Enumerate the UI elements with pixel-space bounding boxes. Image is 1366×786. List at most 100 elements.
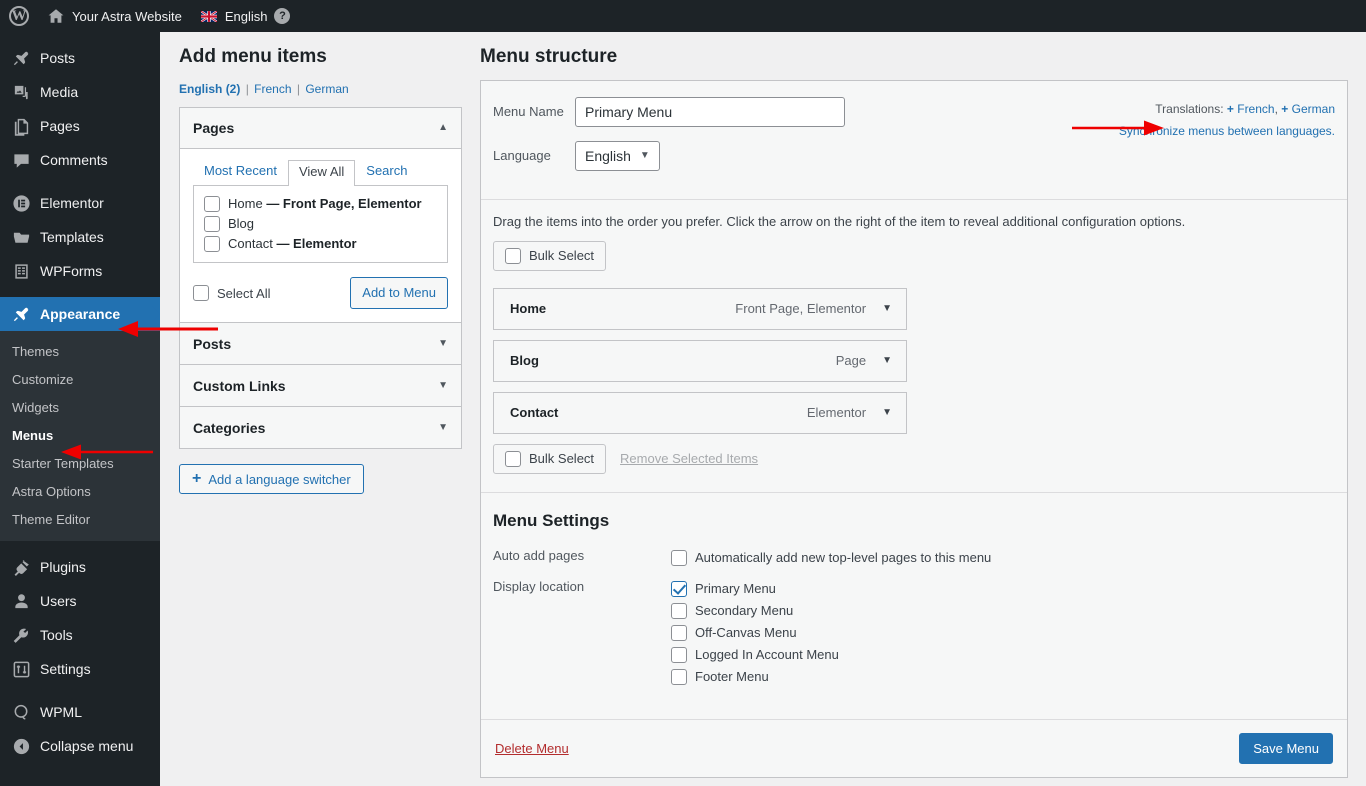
add-menu-items-heading: Add menu items <box>179 46 327 67</box>
sidebar-item-starter-templates[interactable]: Starter Templates <box>0 449 160 477</box>
menu-structure-box: Menu Name Language English ▼ Translation… <box>480 79 1348 778</box>
posts-panel-title: Posts <box>193 335 232 352</box>
sidebar-item-pages[interactable]: Pages <box>0 109 160 143</box>
triangle-down-icon[interactable]: ▼ <box>882 303 892 314</box>
page-label-contact: Contact — Elementor <box>228 236 357 251</box>
sidebar-item-plugins[interactable]: Plugins <box>0 550 160 584</box>
table-row[interactable]: Home Front Page, Elementor ▼ <box>493 287 907 330</box>
menu-items-area: Drag the items into the order you prefer… <box>481 200 1347 492</box>
list-item[interactable]: Blog <box>204 214 437 234</box>
save-menu-button[interactable]: Save Menu <box>1239 732 1333 764</box>
language-link-english[interactable]: English <box>179 82 222 96</box>
triangle-down-icon[interactable]: ▼ <box>438 338 448 349</box>
sidebar-label: Pages <box>40 118 80 134</box>
posts-panel-header[interactable]: Posts ▼ <box>180 323 461 365</box>
language-link-german[interactable]: German <box>305 82 348 96</box>
list-item[interactable]: Contact — Elementor <box>204 234 437 254</box>
sidebar-item-comments[interactable]: Comments <box>0 143 160 177</box>
select-all-checkbox[interactable] <box>193 285 209 302</box>
sidebar-item-collapse-menu[interactable]: Collapse menu <box>0 729 160 763</box>
sidebar-item-elementor[interactable]: Elementor <box>0 186 160 220</box>
location-row-logged-in[interactable]: Logged In Account Menu <box>671 644 839 666</box>
page-checkbox-contact[interactable] <box>204 235 220 252</box>
select-all-row[interactable]: Select All <box>193 283 270 303</box>
language-select[interactable]: English ▼ <box>575 140 660 171</box>
location-row-secondary[interactable]: Secondary Menu <box>671 600 839 622</box>
display-location-label: Display location <box>493 578 585 594</box>
bulk-select-bottom[interactable]: Bulk Select <box>493 443 607 474</box>
submenu-label: Starter Templates <box>12 455 114 471</box>
add-to-menu-button[interactable]: Add to Menu <box>350 276 448 310</box>
wordpress-logo-button[interactable]: W <box>0 0 38 32</box>
sidebar-item-menus[interactable]: Menus <box>0 421 160 449</box>
sidebar-item-wpforms[interactable]: WPForms <box>0 254 160 288</box>
page-label-home: Home — Front Page, Elementor <box>228 196 422 211</box>
tab-view-all[interactable]: View All <box>287 159 356 186</box>
table-row[interactable]: Blog Page ▼ <box>493 339 907 382</box>
add-language-switcher-button[interactable]: + Add a language switcher <box>179 464 364 495</box>
triangle-down-icon[interactable]: ▼ <box>438 422 448 433</box>
triangle-up-icon[interactable]: ▲ <box>438 122 448 133</box>
location-checkbox-off-canvas-menu[interactable] <box>671 624 687 641</box>
sidebar-item-posts[interactable]: Posts <box>0 41 160 75</box>
triangle-down-icon[interactable]: ▼ <box>882 355 892 366</box>
sidebar-item-wpml[interactable]: WPML <box>0 695 160 729</box>
sidebar-item-astra-options[interactable]: Astra Options <box>0 477 160 505</box>
synchronize-menus-link[interactable]: Synchronize menus between languages. <box>1119 120 1335 143</box>
sidebar-item-tools[interactable]: Tools <box>0 618 160 652</box>
add-menu-items-column: Add menu items English (2) | French | Ge… <box>179 40 462 495</box>
admin-bar-language-label: English <box>224 8 268 24</box>
comments-icon <box>11 150 31 170</box>
bulk-select-label-top: Bulk Select <box>529 248 595 264</box>
pages-panel-header[interactable]: Pages ▲ <box>180 107 461 149</box>
location-checkbox-logged-in-account-menu[interactable] <box>671 646 687 663</box>
auto-add-option-row[interactable]: Automatically add new top-level pages to… <box>671 547 991 569</box>
sidebar-item-users[interactable]: Users <box>0 584 160 618</box>
location-checkbox-footer-menu[interactable] <box>671 668 687 685</box>
sidebar-item-media[interactable]: Media <box>0 75 160 109</box>
location-row-primary[interactable]: Primary Menu <box>671 578 839 600</box>
tab-most-recent[interactable]: Most Recent <box>193 159 288 185</box>
site-name-button[interactable]: Your Astra Website <box>38 0 191 32</box>
sidebar-item-widgets[interactable]: Widgets <box>0 393 160 421</box>
language-label: Language <box>493 148 551 164</box>
sidebar-item-themes[interactable]: Themes <box>0 337 160 365</box>
custom-links-panel-header[interactable]: Custom Links ▼ <box>180 365 461 407</box>
triangle-down-icon[interactable]: ▼ <box>438 380 448 391</box>
location-row-offcanvas[interactable]: Off-Canvas Menu <box>671 622 839 644</box>
submenu-label: Menus <box>12 427 54 443</box>
page-checkbox-home[interactable] <box>204 195 220 212</box>
sidebar-item-customize[interactable]: Customize <box>0 365 160 393</box>
menu-name-area: Menu Name Language English ▼ Translation… <box>481 81 1347 200</box>
media-icon <box>11 82 31 102</box>
translation-link-german[interactable]: German <box>1292 102 1335 116</box>
bulk-select-checkbox-bottom[interactable] <box>505 450 521 467</box>
sidebar-item-theme-editor[interactable]: Theme Editor <box>0 505 160 533</box>
sidebar-label: Settings <box>40 661 91 677</box>
help-icon[interactable]: ? <box>274 8 291 24</box>
sidebar-item-settings[interactable]: Settings <box>0 652 160 686</box>
auto-add-pages-checkbox[interactable] <box>671 549 687 566</box>
sidebar-item-appearance[interactable]: Appearance <box>0 297 160 331</box>
tab-search[interactable]: Search <box>355 159 418 185</box>
bulk-select-checkbox-top[interactable] <box>505 247 521 264</box>
sidebar-item-templates[interactable]: Templates <box>0 220 160 254</box>
remove-selected-items-link[interactable]: Remove Selected Items <box>620 451 758 466</box>
pin-icon <box>11 48 31 68</box>
page-checkbox-blog[interactable] <box>204 215 220 232</box>
wpml-language-button[interactable]: English ? <box>191 0 300 32</box>
triangle-down-icon[interactable]: ▼ <box>882 407 892 418</box>
location-checkbox-primary-menu[interactable] <box>671 580 687 597</box>
language-link-french[interactable]: French <box>254 82 291 96</box>
menu-structure-column: Menu structure Menu Name Language Englis… <box>480 40 1348 778</box>
translation-link-french[interactable]: French <box>1237 102 1274 116</box>
delete-menu-link[interactable]: Delete Menu <box>495 741 569 756</box>
wpforms-icon <box>11 261 31 281</box>
location-checkbox-secondary-menu[interactable] <box>671 602 687 619</box>
location-row-footer[interactable]: Footer Menu <box>671 666 839 688</box>
menu-name-input[interactable] <box>575 96 845 127</box>
table-row[interactable]: Contact Elementor ▼ <box>493 391 907 434</box>
bulk-select-top[interactable]: Bulk Select <box>493 240 607 271</box>
list-item[interactable]: Home — Front Page, Elementor <box>204 194 437 214</box>
categories-panel-header[interactable]: Categories ▼ <box>180 407 461 449</box>
